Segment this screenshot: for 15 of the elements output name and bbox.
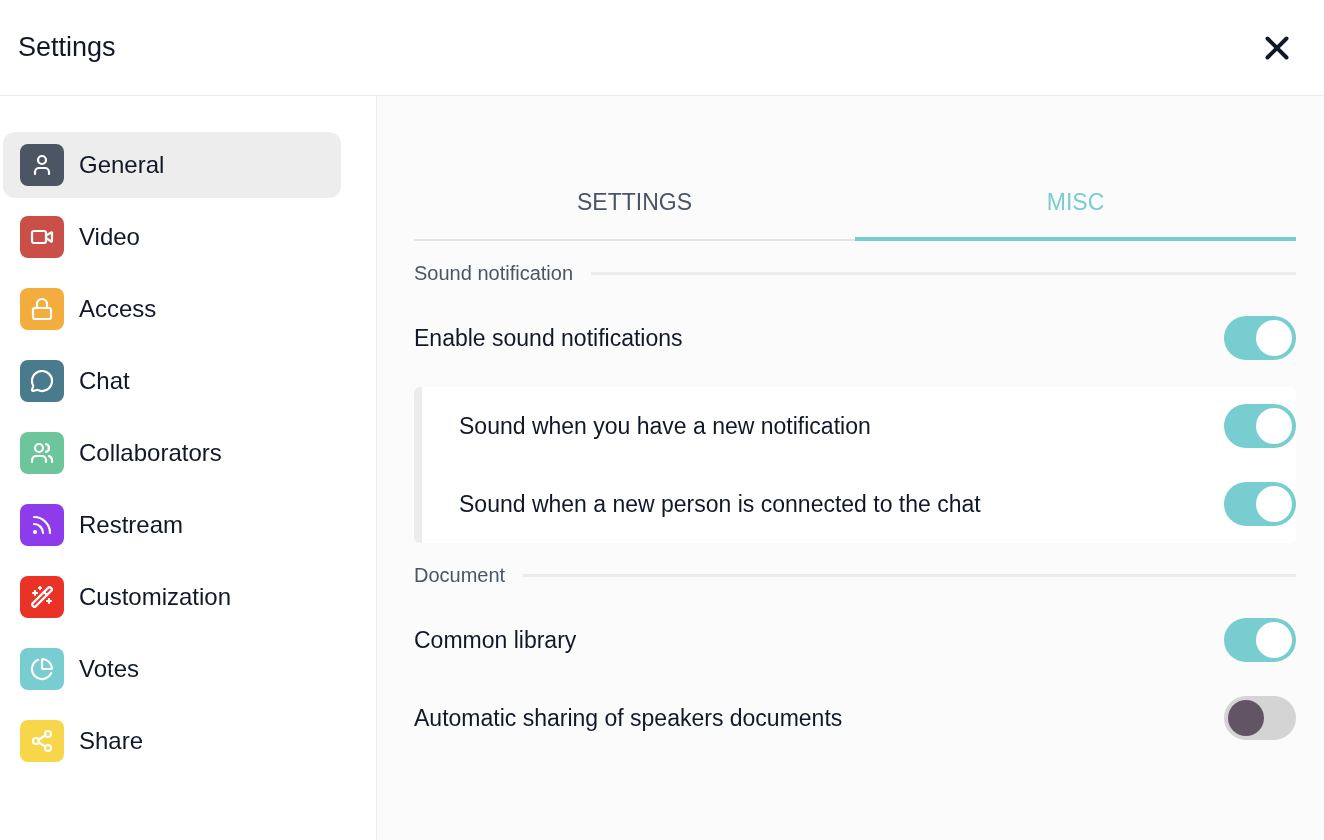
tab[interactable]: SETTINGS [414,168,855,241]
section-heading: Sound notification [414,261,573,286]
window-title: Settings [18,31,116,65]
setting-label: Sound when you have a new notification [459,411,871,441]
toggle-switch[interactable] [1224,482,1296,526]
toggle-switch[interactable] [1224,316,1296,360]
sidebar-item[interactable]: General [3,132,341,198]
toggle-switch[interactable] [1224,696,1296,740]
section-heading: Document [414,563,506,588]
setting-label: Sound when a new person is connected to the chat [459,489,981,519]
setting-label: Enable sound notifications [414,323,683,353]
toggle-switch[interactable] [1224,404,1296,448]
setting-label: Common library [414,625,577,655]
toggle-switch[interactable] [1224,618,1296,662]
setting-label: Automatic sharing of speakers documents [414,703,843,733]
